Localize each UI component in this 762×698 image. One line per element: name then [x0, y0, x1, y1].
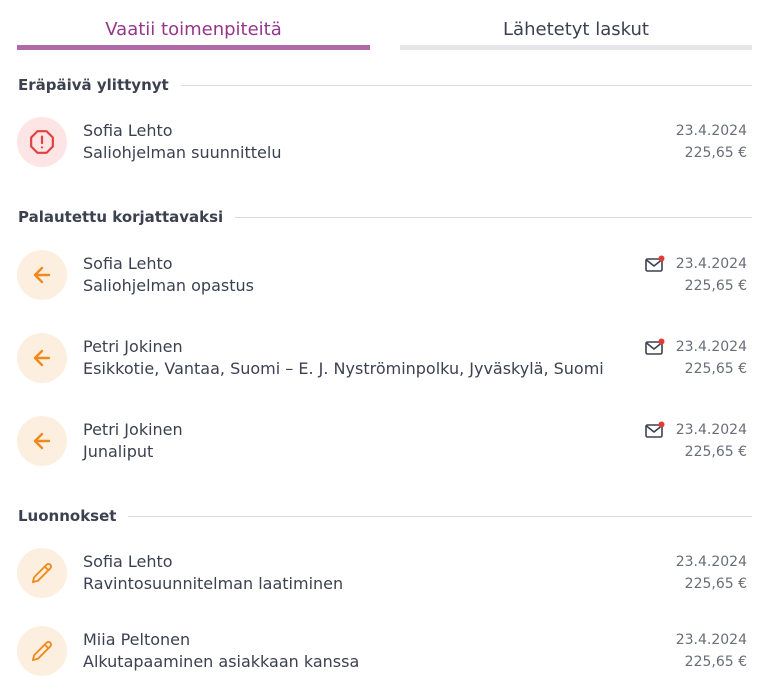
client-name: Miia Peltonen [83, 630, 191, 649]
pencil-icon [31, 641, 52, 662]
invoice-description: Esikkotie, Vantaa, Suomi – E. J. Nyström… [83, 359, 604, 378]
tab-inactive-indicator [400, 45, 752, 50]
invoice-row[interactable]: Sofia Lehto Ravintosuunnitelman laatimin… [17, 547, 747, 599]
section-header-returned: Palautettu korjattavaksi [18, 207, 752, 227]
invoice-date: 23.4.2024 [675, 554, 747, 570]
invoice-row[interactable]: Sofia Lehto Saliohjelman opastus 23.4.20… [17, 249, 747, 301]
invoice-date: 23.4.2024 [675, 632, 747, 648]
client-name: Sofia Lehto [83, 552, 173, 571]
status-avatar-draft [17, 626, 67, 676]
status-avatar-returned [17, 250, 67, 300]
tab-requires-action[interactable]: Vaatii toimenpiteitä [17, 0, 370, 52]
invoice-row[interactable]: Miia Peltonen Alkutapaaminen asiakkaan k… [17, 625, 747, 677]
status-avatar-returned [17, 416, 67, 466]
invoice-date: 23.4.2024 [675, 123, 747, 139]
section-title: Eräpäivä ylittynyt [18, 76, 169, 94]
status-avatar-draft [17, 548, 67, 598]
unread-message-icon[interactable] [645, 255, 665, 273]
arrow-left-icon [33, 266, 51, 284]
invoice-row[interactable]: Petri Jokinen Esikkotie, Vantaa, Suomi –… [17, 332, 747, 384]
arrow-left-icon [33, 432, 51, 450]
invoice-row[interactable]: Sofia Lehto Saliohjelman suunnittelu 23.… [17, 116, 747, 168]
tab-bar: Vaatii toimenpiteitä Lähetetyt laskut [17, 0, 752, 52]
pencil-icon [31, 563, 52, 584]
client-name: Petri Jokinen [83, 337, 183, 356]
invoice-description: Saliohjelman opastus [83, 276, 254, 295]
invoice-amount: 225,65 € [684, 145, 747, 161]
section-divider [235, 216, 752, 218]
invoice-description: Junaliput [83, 442, 154, 461]
status-avatar-overdue [17, 117, 67, 167]
invoice-date: 23.4.2024 [675, 339, 747, 355]
invoice-amount: 225,65 € [684, 654, 747, 670]
client-name: Sofia Lehto [83, 254, 173, 273]
client-name: Petri Jokinen [83, 420, 183, 439]
status-avatar-returned [17, 333, 67, 383]
invoice-row[interactable]: Petri Jokinen Junaliput 23.4.2024 225,65… [17, 415, 747, 467]
invoice-amount: 225,65 € [684, 444, 747, 460]
invoice-amount: 225,65 € [684, 278, 747, 294]
tab-sent-invoices[interactable]: Lähetetyt laskut [400, 0, 752, 52]
tab-requires-action-label: Vaatii toimenpiteitä [105, 19, 282, 40]
tab-sent-invoices-label: Lähetetyt laskut [503, 19, 649, 40]
section-divider [180, 84, 752, 86]
section-header-drafts: Luonnokset [18, 506, 752, 526]
invoice-description: Saliohjelman suunnittelu [83, 143, 282, 162]
client-name: Sofia Lehto [83, 121, 173, 140]
unread-message-icon[interactable] [645, 338, 665, 356]
section-header-overdue: Eräpäivä ylittynyt [18, 75, 752, 95]
alert-octagon-icon [30, 130, 54, 154]
invoice-amount: 225,65 € [684, 576, 747, 592]
section-title: Luonnokset [18, 507, 117, 525]
unread-message-icon[interactable] [645, 421, 665, 439]
invoice-amount: 225,65 € [684, 361, 747, 377]
invoice-description: Ravintosuunnitelman laatiminen [83, 574, 344, 593]
arrow-left-icon [33, 349, 51, 367]
invoice-description: Alkutapaaminen asiakkaan kanssa [83, 652, 360, 671]
section-divider [128, 515, 752, 517]
invoice-date: 23.4.2024 [675, 422, 747, 438]
invoice-date: 23.4.2024 [675, 256, 747, 272]
section-title: Palautettu korjattavaksi [18, 208, 224, 226]
tab-active-indicator [17, 45, 370, 50]
